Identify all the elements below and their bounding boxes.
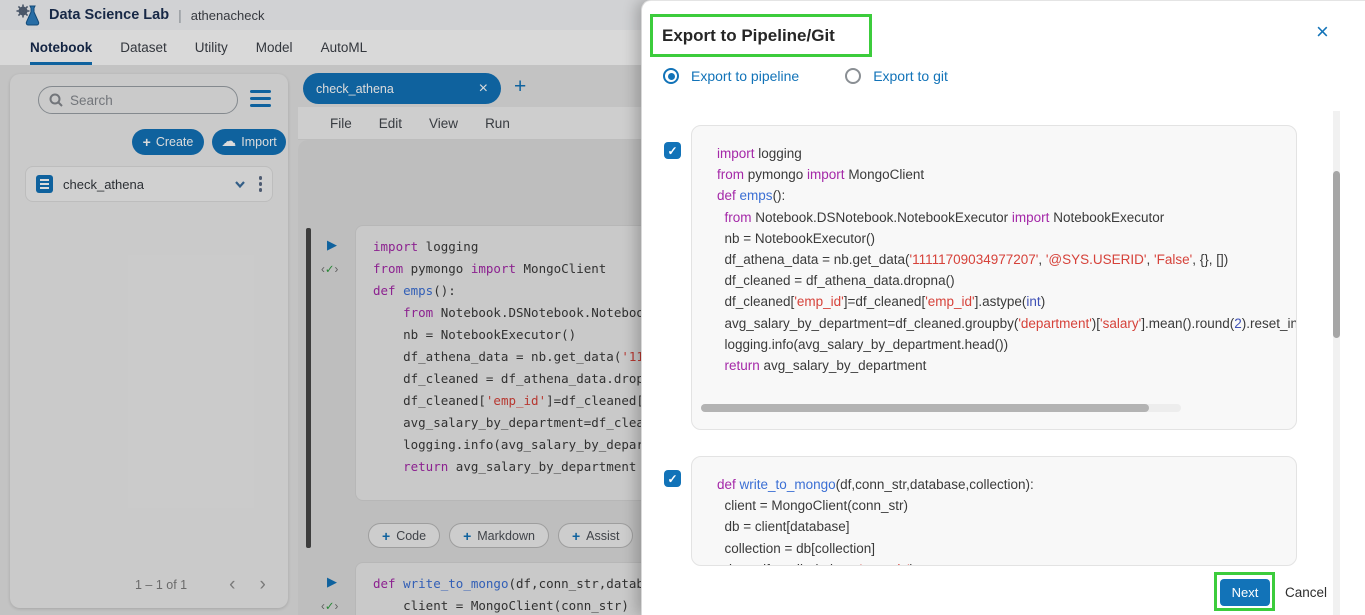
- export-modal: Export to Pipeline/Git × Export to pipel…: [641, 0, 1365, 615]
- next-button[interactable]: Next: [1220, 579, 1270, 606]
- vertical-scrollbar-track[interactable]: [1333, 111, 1340, 615]
- radio-export-git[interactable]: [845, 68, 861, 84]
- cancel-button[interactable]: Cancel: [1285, 579, 1327, 606]
- export-code-block: def write_to_mongo(df,conn_str,database,…: [691, 456, 1297, 566]
- cell-select-checkbox[interactable]: ✓: [664, 470, 681, 487]
- vertical-scrollbar-thumb[interactable]: [1333, 171, 1340, 338]
- export-type-radio-group: Export to pipeline Export to git: [663, 68, 948, 84]
- horizontal-scrollbar-track[interactable]: [701, 404, 1181, 412]
- horizontal-scrollbar-thumb[interactable]: [701, 404, 1149, 412]
- code-block-content: import loggingfrom pymongo import MongoC…: [692, 126, 1296, 376]
- modal-title: Export to Pipeline/Git: [662, 26, 835, 46]
- radio-label-git[interactable]: Export to git: [873, 68, 948, 84]
- cell-select-checkbox[interactable]: ✓: [664, 142, 681, 159]
- code-block-content: def write_to_mongo(df,conn_str,database,…: [692, 457, 1296, 566]
- radio-label-pipeline[interactable]: Export to pipeline: [691, 68, 799, 84]
- radio-export-pipeline[interactable]: [663, 68, 679, 84]
- export-code-block: import loggingfrom pymongo import MongoC…: [691, 125, 1297, 430]
- close-icon[interactable]: ×: [1316, 21, 1329, 43]
